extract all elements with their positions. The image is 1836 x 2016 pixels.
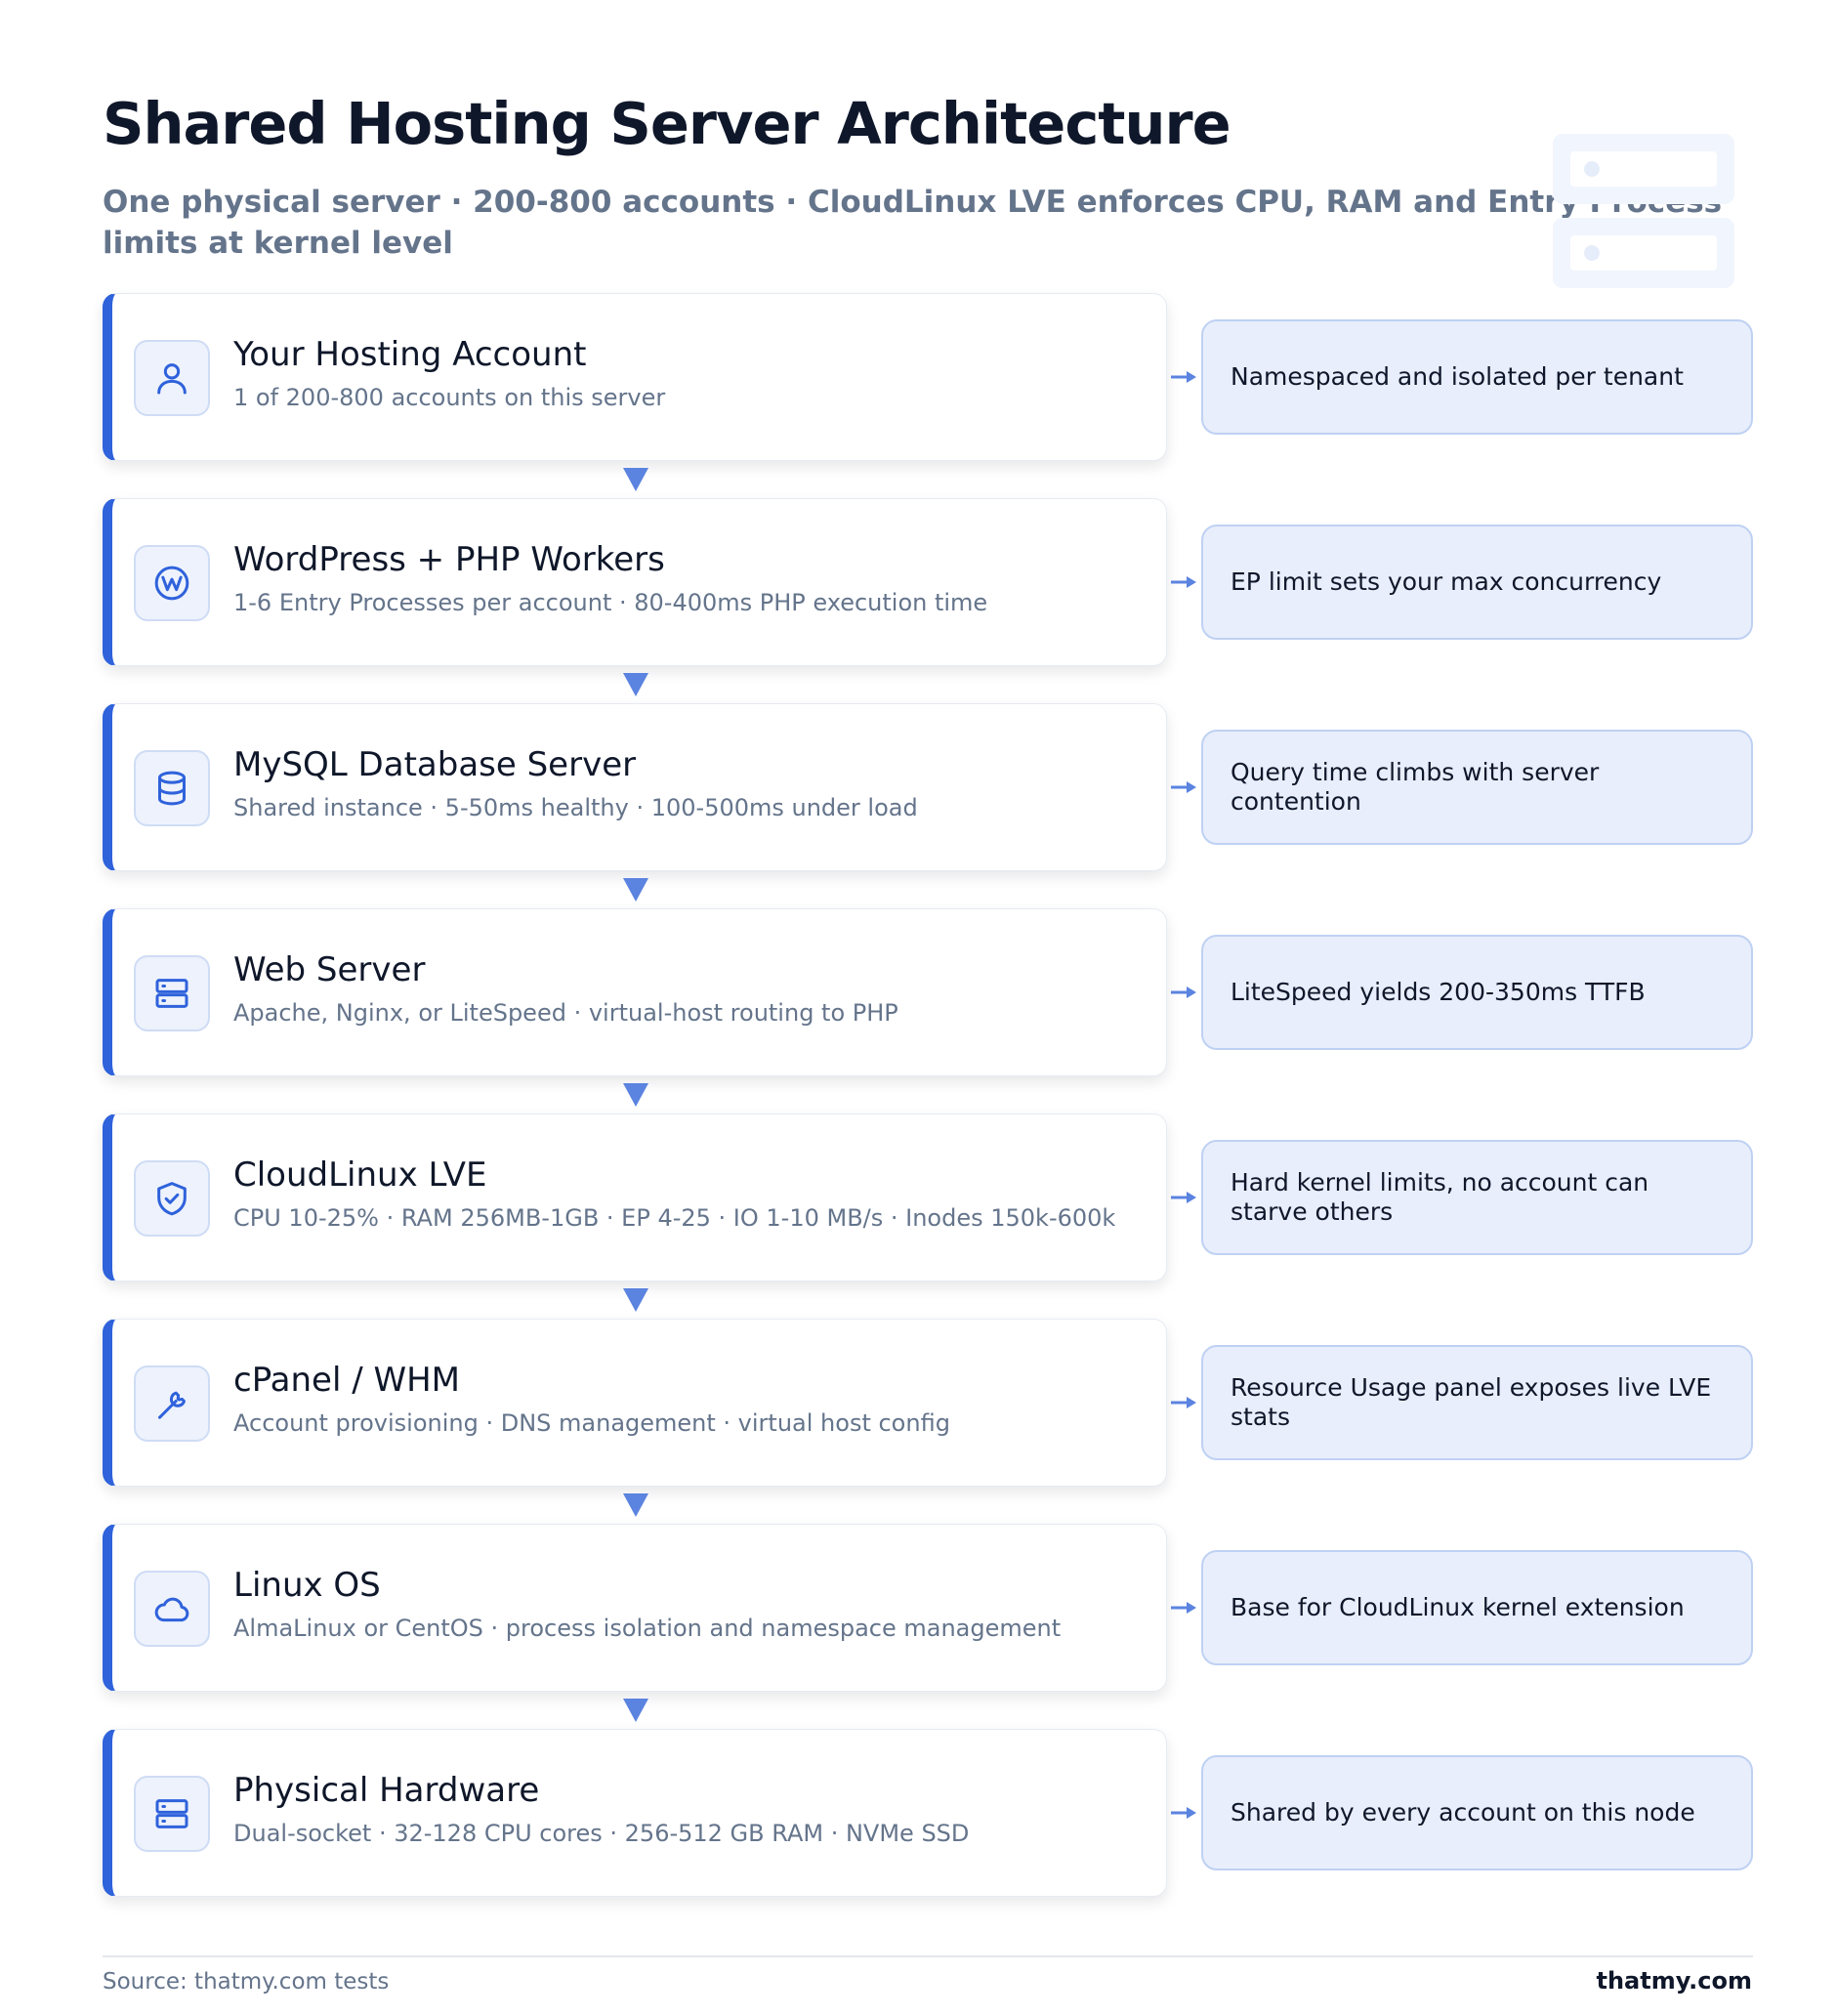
layer-row: WordPress + PHP Workers 1-6 Entry Proces… [103, 498, 1753, 666]
layer-card: WordPress + PHP Workers 1-6 Entry Proces… [103, 498, 1167, 666]
layer-row: Your Hosting Account 1 of 200-800 accoun… [103, 293, 1753, 461]
layer-description: Shared instance · 5-50ms healthy · 100-5… [233, 794, 918, 821]
page-subtitle: One physical server · 200-800 accounts ·… [103, 185, 1723, 261]
footer-divider [103, 1955, 1753, 1957]
layer-note: LiteSpeed yields 200-350ms TTFB [1201, 935, 1753, 1050]
user-icon [134, 340, 210, 416]
cloud-icon [134, 1571, 210, 1647]
right-arrow-icon [1171, 987, 1196, 998]
layer-description: Dual-socket · 32-128 CPU cores · 256-512… [233, 1820, 970, 1847]
down-arrow-icon [623, 1083, 648, 1107]
shield-check-icon [134, 1160, 210, 1237]
layer-description: 1-6 Entry Processes per account · 80-400… [233, 589, 988, 616]
layer-row: CloudLinux LVE CPU 10-25% · RAM 256MB-1G… [103, 1113, 1753, 1281]
right-arrow-icon [1171, 371, 1196, 383]
right-arrow-icon [1171, 1807, 1196, 1819]
layer-title: cPanel / WHM [233, 1361, 461, 1400]
database-icon [134, 750, 210, 826]
layer-card: Web Server Apache, Nginx, or LiteSpeed ·… [103, 908, 1167, 1076]
layer-description: 1 of 200-800 accounts on this server [233, 384, 666, 411]
footer-brand: thatmy.com [1596, 1967, 1752, 1995]
layer-note: Base for CloudLinux kernel extension [1201, 1550, 1753, 1665]
down-arrow-icon [623, 1699, 648, 1722]
layer-title: Your Hosting Account [233, 335, 587, 374]
layer-title: MySQL Database Server [233, 745, 637, 784]
layer-row: Web Server Apache, Nginx, or LiteSpeed ·… [103, 908, 1753, 1076]
layer-row: cPanel / WHM Account provisioning · DNS … [103, 1319, 1753, 1487]
down-arrow-icon [623, 673, 648, 696]
layer-card: CloudLinux LVE CPU 10-25% · RAM 256MB-1G… [103, 1113, 1167, 1281]
layer-row: Physical Hardware Dual-socket · 32-128 C… [103, 1729, 1753, 1897]
layer-card: Your Hosting Account 1 of 200-800 accoun… [103, 293, 1167, 461]
layer-title: CloudLinux LVE [233, 1155, 487, 1195]
server-watermark-icon [1553, 134, 1734, 288]
layer-card: Linux OS AlmaLinux or CentOS · process i… [103, 1524, 1167, 1692]
layer-note: Resource Usage panel exposes live LVE st… [1201, 1345, 1753, 1460]
layer-note: EP limit sets your max concurrency [1201, 525, 1753, 640]
right-arrow-icon [1171, 1397, 1196, 1408]
layer-description: AlmaLinux or CentOS · process isolation … [233, 1615, 1062, 1642]
layer-note: Query time climbs with server contention [1201, 730, 1753, 845]
footer-source: Source: thatmy.com tests [103, 1969, 390, 1995]
layer-title: WordPress + PHP Workers [233, 540, 665, 579]
down-arrow-icon [623, 468, 648, 491]
layer-card: Physical Hardware Dual-socket · 32-128 C… [103, 1729, 1167, 1897]
layer-title: Linux OS [233, 1566, 381, 1605]
right-arrow-icon [1171, 576, 1196, 588]
page-title: Shared Hosting Server Architecture [103, 90, 1231, 157]
layer-card: cPanel / WHM Account provisioning · DNS … [103, 1319, 1167, 1487]
layer-note: Shared by every account on this node [1201, 1755, 1753, 1870]
layer-note: Namespaced and isolated per tenant [1201, 319, 1753, 435]
layer-description: CPU 10-25% · RAM 256MB-1GB · EP 4-25 · I… [233, 1204, 1116, 1232]
down-arrow-icon [623, 1288, 648, 1312]
server-icon [134, 1776, 210, 1852]
layer-title: Web Server [233, 950, 426, 989]
layer-note: Hard kernel limits, no account can starv… [1201, 1140, 1753, 1255]
right-arrow-icon [1171, 781, 1196, 793]
wordpress-icon [134, 545, 210, 621]
layer-row: MySQL Database Server Shared instance · … [103, 703, 1753, 871]
layer-row: Linux OS AlmaLinux or CentOS · process i… [103, 1524, 1753, 1692]
down-arrow-icon [623, 878, 648, 902]
layer-title: Physical Hardware [233, 1771, 540, 1810]
down-arrow-icon [623, 1493, 648, 1517]
layer-description: Account provisioning · DNS management · … [233, 1409, 950, 1437]
right-arrow-icon [1171, 1192, 1196, 1203]
layer-card: MySQL Database Server Shared instance · … [103, 703, 1167, 871]
layer-description: Apache, Nginx, or LiteSpeed · virtual-ho… [233, 999, 898, 1027]
wrench-icon [134, 1365, 210, 1442]
server-icon [134, 955, 210, 1031]
right-arrow-icon [1171, 1602, 1196, 1614]
